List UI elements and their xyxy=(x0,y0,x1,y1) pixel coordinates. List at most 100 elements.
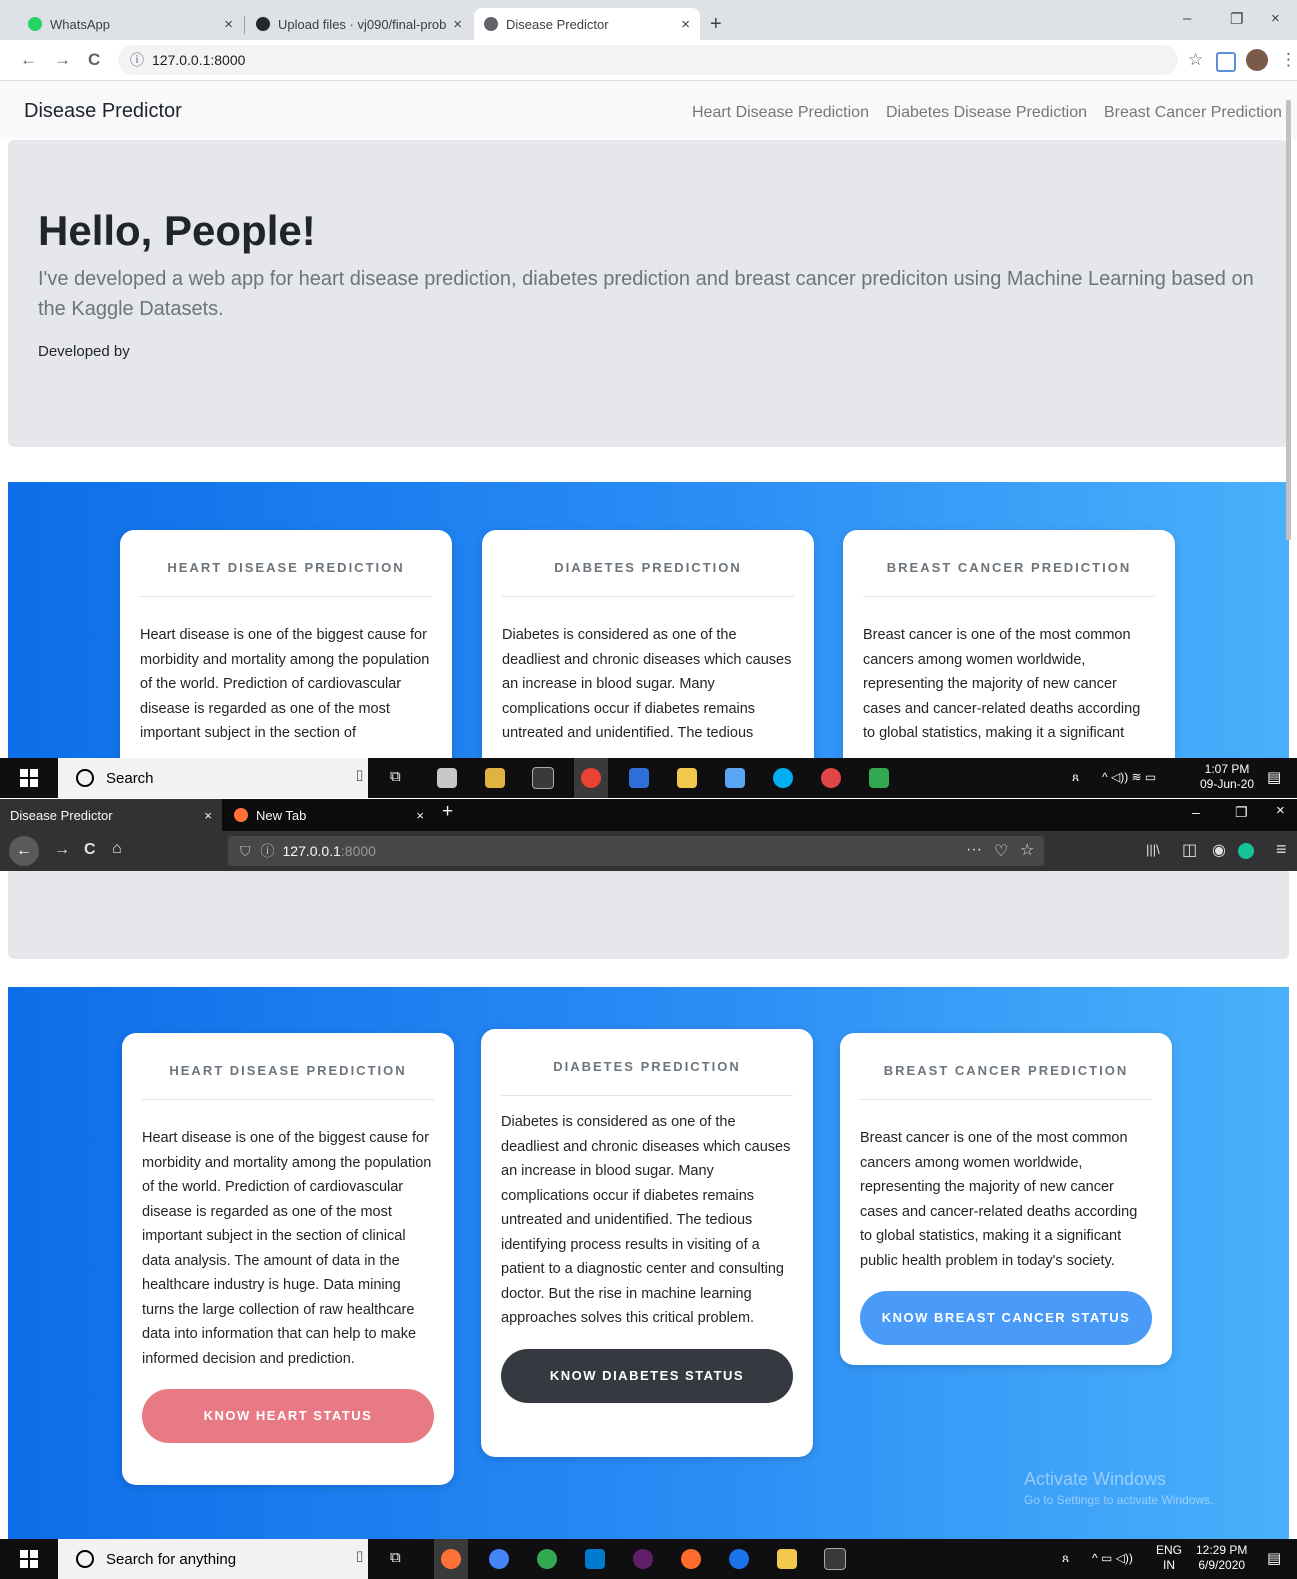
close-tab-icon[interactable]: × xyxy=(416,808,424,823)
windows-start-icon[interactable] xyxy=(20,1550,38,1568)
people-icon[interactable]: ጸ xyxy=(1072,770,1079,785)
firefox-tab-new-tab[interactable]: New Tab × xyxy=(224,799,434,831)
tab-label: WhatsApp xyxy=(50,16,110,32)
task-view-icon[interactable]: ⧉ xyxy=(390,1549,401,1566)
hero-title: Hello, People! xyxy=(38,207,316,254)
sublime-text-icon[interactable] xyxy=(670,758,704,798)
people-icon[interactable]: ጸ xyxy=(1062,1551,1069,1566)
nav-diabetes-disease-prediction[interactable]: Diabetes Disease Prediction xyxy=(886,104,1087,122)
minimize-button[interactable]: – xyxy=(1183,10,1191,27)
heart-card: HEART DISEASE PREDICTION Heart disease i… xyxy=(120,530,452,758)
chrome-tab-whatsapp[interactable]: WhatsApp × xyxy=(18,8,243,40)
close-tab-icon[interactable]: × xyxy=(681,16,690,33)
know-heart-status-button[interactable]: KNOW HEART STATUS xyxy=(142,1389,434,1443)
microphone-icon[interactable]: ⌷ xyxy=(355,768,364,785)
reload-icon[interactable]: C xyxy=(84,841,96,859)
hero-jumbotron xyxy=(8,871,1289,959)
extension-icon[interactable] xyxy=(1216,52,1236,72)
whatsapp-icon xyxy=(28,17,42,31)
card-text: Breast cancer is one of the most common … xyxy=(860,1130,1138,1269)
shield-icon: ⛉ xyxy=(240,842,251,859)
windows-start-icon[interactable] xyxy=(20,769,38,787)
file-explorer-icon[interactable] xyxy=(770,1539,804,1579)
info-icon[interactable]: ⓘ xyxy=(261,841,275,861)
nav-heart-disease-prediction[interactable]: Heart Disease Prediction xyxy=(692,104,869,122)
taskbar-app-icon[interactable] xyxy=(430,758,464,798)
skype-icon[interactable] xyxy=(766,758,800,798)
taskbar-clock[interactable]: 1:07 PM 09-Jun-20 xyxy=(1200,762,1254,792)
bookmark-star-icon[interactable]: ☆ xyxy=(1020,840,1034,860)
grammarly-icon[interactable] xyxy=(1238,843,1254,859)
windows-taskbar-top: Search ⌷ ⧉ ጸ ^ ◁)) ≋ ▭ 1:07 PM 09-Jun-20… xyxy=(0,758,1297,798)
library-icon[interactable]: |||\ xyxy=(1146,842,1160,857)
firefox-menu-icon[interactable]: ≡ xyxy=(1276,839,1287,860)
back-icon[interactable]: ← xyxy=(9,836,39,866)
chrome-tab-disease-predictor[interactable]: Disease Predictor × xyxy=(474,8,700,40)
know-diabetes-status-button[interactable]: KNOW DIABETES STATUS xyxy=(501,1348,793,1403)
firefox-address-bar[interactable]: ⛉ ⓘ 127.0.0.1 :8000 xyxy=(228,836,1044,866)
know-breast-cancer-status-button[interactable]: KNOW BREAST CANCER STATUS xyxy=(860,1291,1152,1345)
file-explorer-icon[interactable] xyxy=(478,758,512,798)
new-tab-button[interactable]: + xyxy=(442,801,453,823)
close-window-button[interactable]: × xyxy=(1276,802,1285,819)
chrome-tab-github[interactable]: Upload files · vj090/final-probect × xyxy=(246,8,472,40)
notification-icon[interactable]: ▤ xyxy=(1267,1549,1281,1567)
site-navbar xyxy=(0,81,1297,139)
info-icon[interactable]: ⓘ xyxy=(130,50,144,70)
site-brand[interactable]: Disease Predictor xyxy=(24,100,182,123)
tray-icons[interactable]: ^ ▭ ◁)) xyxy=(1092,1551,1133,1565)
page-actions-icon[interactable]: ··· xyxy=(966,841,982,859)
pocket-icon[interactable]: ♡ xyxy=(994,841,1008,861)
sidebar-icon[interactable]: ◫ xyxy=(1182,840,1197,860)
taskbar-search-box[interactable]: Search xyxy=(58,758,368,798)
close-tab-icon[interactable]: × xyxy=(204,808,212,823)
windows-taskbar-bottom: Search for anything ⌷ ⧉ ጸ ^ ▭ ◁)) ENG IN… xyxy=(0,1539,1297,1579)
restore-button[interactable]: ❐ xyxy=(1230,10,1243,28)
profile-avatar[interactable] xyxy=(1246,49,1268,71)
firefox-tab-disease-predictor[interactable]: Disease Predictor × xyxy=(0,799,222,831)
postman-icon[interactable] xyxy=(674,1539,708,1579)
taskbar-search-box[interactable]: Search for anything xyxy=(58,1539,368,1579)
minimize-button[interactable]: – xyxy=(1192,804,1200,820)
tray-icons[interactable]: ^ ◁)) ≋ ▭ xyxy=(1102,770,1156,784)
region-code: IN xyxy=(1163,1558,1175,1572)
close-window-button[interactable]: × xyxy=(1271,10,1280,27)
chrome-address-bar[interactable]: ⓘ 127.0.0.1:8000 xyxy=(118,45,1178,75)
close-tab-icon[interactable]: × xyxy=(453,16,462,33)
home-icon[interactable]: ⌂ xyxy=(112,840,122,858)
taskbar-app-icon[interactable] xyxy=(814,758,848,798)
microphone-icon[interactable]: ⌷ xyxy=(355,1549,364,1566)
slack-icon[interactable] xyxy=(626,1539,660,1579)
taskbar-app-icon[interactable] xyxy=(722,1539,756,1579)
taskbar-app-icon[interactable] xyxy=(718,758,752,798)
language-indicator[interactable]: ENG IN xyxy=(1156,1543,1182,1573)
globe-icon xyxy=(484,17,498,31)
excel-icon[interactable] xyxy=(862,758,896,798)
chrome-menu-icon[interactable]: ⋮ xyxy=(1280,50,1297,70)
taskbar-clock[interactable]: 12:29 PM 6/9/2020 xyxy=(1196,1543,1247,1573)
close-tab-icon[interactable]: × xyxy=(224,16,233,33)
vscode-icon[interactable] xyxy=(578,1539,612,1579)
account-icon[interactable]: ◉ xyxy=(1212,840,1226,860)
terminal-icon[interactable] xyxy=(818,1539,852,1579)
back-icon[interactable]: ← xyxy=(20,50,37,70)
github-icon xyxy=(256,17,270,31)
forward-icon[interactable]: → xyxy=(54,841,70,859)
taskbar-app-icon[interactable] xyxy=(622,758,656,798)
terminal-icon[interactable] xyxy=(526,758,560,798)
notification-icon[interactable]: ▤ xyxy=(1267,768,1281,786)
restore-button[interactable]: ❐ xyxy=(1235,804,1248,821)
firefox-icon[interactable] xyxy=(434,1539,468,1579)
scrollbar-thumb[interactable] xyxy=(1286,100,1291,540)
forward-icon[interactable]: → xyxy=(54,50,71,70)
bookmark-star-icon[interactable]: ☆ xyxy=(1188,50,1203,70)
chrome-icon[interactable] xyxy=(574,758,608,798)
chrome-icon[interactable] xyxy=(482,1539,516,1579)
new-tab-button[interactable]: + xyxy=(710,13,722,36)
reload-icon[interactable]: C xyxy=(88,50,100,70)
card-title: BREAST CANCER PREDICTION xyxy=(863,560,1155,597)
cortana-icon xyxy=(76,1550,94,1568)
taskbar-app-icon[interactable] xyxy=(530,1539,564,1579)
nav-breast-cancer-prediction[interactable]: Breast Cancer Prediction xyxy=(1104,104,1282,122)
task-view-icon[interactable]: ⧉ xyxy=(390,768,401,785)
